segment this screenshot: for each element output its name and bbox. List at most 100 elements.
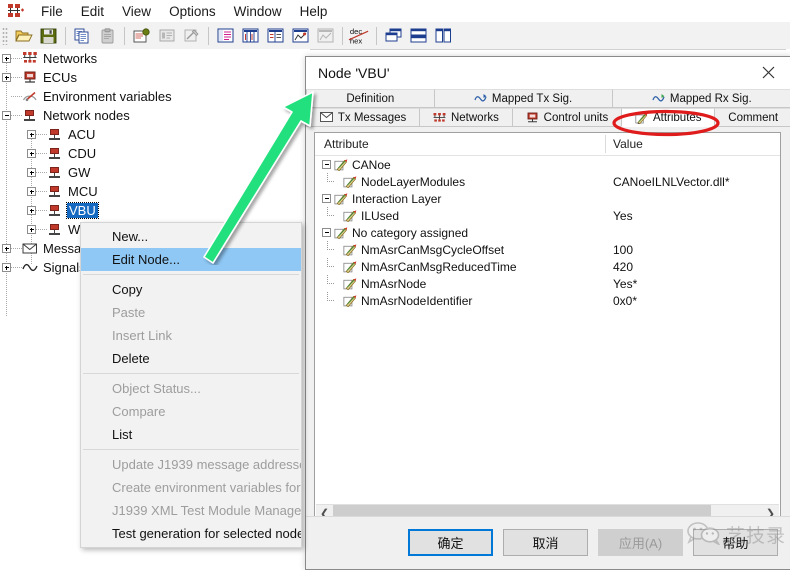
expander-icon[interactable] (2, 244, 11, 253)
tree-item-network-nodes[interactable]: Network nodes (0, 106, 310, 125)
tree-list-icon[interactable] (214, 25, 237, 47)
tree-item-environment-variables[interactable]: Environment variables (0, 87, 310, 106)
ok-button[interactable]: 确定 (408, 529, 493, 556)
context-menu-item-copy[interactable]: Copy (81, 278, 301, 301)
menubar-item-help[interactable]: Help (291, 2, 337, 21)
expander-icon[interactable] (27, 225, 36, 234)
open-folder-icon[interactable] (12, 25, 35, 47)
tab-networks[interactable]: Networks (419, 108, 513, 127)
expander-icon[interactable] (27, 149, 36, 158)
cascade-windows-icon[interactable] (382, 25, 405, 47)
tab-label: Mapped Tx Sig. (491, 92, 573, 105)
tree-connector (36, 191, 47, 192)
menubar-item-file[interactable]: File (32, 2, 72, 21)
tile-horizontal-icon[interactable] (407, 25, 430, 47)
save-disk-icon[interactable] (37, 25, 60, 47)
context-menu-item-list[interactable]: List (81, 423, 301, 446)
tree-item-networks[interactable]: Networks (0, 49, 310, 68)
node-icon (22, 108, 38, 123)
menubar-item-options[interactable]: Options (160, 2, 225, 21)
menu-bar: File Edit View Options Window Help (0, 0, 790, 23)
menubar-item-view[interactable]: View (113, 2, 160, 21)
attribute-value: 420 (613, 259, 634, 274)
tree-item-label: ACU (68, 127, 96, 142)
close-icon[interactable] (746, 57, 790, 88)
help-button[interactable]: 帮助 (693, 529, 778, 556)
attribute-name-cell: NmAsrCanMsgCycleOffset (315, 241, 605, 258)
tab-label: Tx Messages (337, 111, 407, 124)
tab-label: Definition (346, 92, 395, 105)
expander-icon[interactable] (2, 73, 11, 82)
tree-item-ecus[interactable]: ECUs (0, 68, 310, 87)
attribute-row-nmasrnodeidentifier[interactable]: NmAsrNodeIdentifier 0x0* (315, 292, 780, 309)
tab-control-units[interactable]: Control units (511, 108, 623, 127)
attribute-row-nodelayermodules[interactable]: NodeLayerModules CANoeILNLVector.dll* (315, 173, 780, 190)
toolbar: dec hex (0, 22, 790, 50)
tab-mapped-tx-sig[interactable]: Mapped Tx Sig. (433, 89, 613, 108)
menubar-item-window[interactable]: Window (225, 2, 291, 21)
tab-definition[interactable]: Definition (306, 89, 435, 108)
tree-item-mcu[interactable]: MCU (0, 182, 310, 201)
expander-icon[interactable] (2, 111, 11, 120)
context-menu-item-edit-node[interactable]: Edit Node... (81, 248, 301, 271)
tab-mapped-rx-sig[interactable]: Mapped Rx Sig. (611, 89, 790, 108)
tab-tx-messages[interactable]: Tx Messages (306, 108, 421, 127)
cancel-button[interactable]: 取消 (503, 529, 588, 556)
edit-note-icon[interactable] (130, 25, 153, 47)
detail-table-icon[interactable] (264, 25, 287, 47)
context-menu-item-test-generation[interactable]: Test generation for selected node (81, 522, 301, 545)
tab-label: Comment (728, 111, 779, 124)
tree-item-gw[interactable]: GW (0, 163, 310, 182)
expander-icon[interactable] (322, 160, 331, 169)
context-menu-item-delete[interactable]: Delete (81, 347, 301, 370)
tab-comment[interactable]: Comment (714, 108, 790, 127)
tree-item-vbu[interactable]: VBU (0, 201, 310, 220)
column-header-attribute[interactable]: Attribute (315, 137, 605, 151)
paste-icon[interactable] (96, 25, 119, 47)
columns-table-icon[interactable] (239, 25, 262, 47)
attribute-value: 0x0* (613, 293, 638, 308)
expander-icon[interactable] (2, 263, 11, 272)
pen-edit-icon (343, 277, 357, 291)
dialog-title-bar[interactable]: Node 'VBU' (306, 57, 790, 89)
attribute-row-nmasrcanmsgreducedtime[interactable]: NmAsrCanMsgReducedTime 420 (315, 258, 780, 275)
expander-icon[interactable] (27, 168, 36, 177)
expander-icon[interactable] (27, 206, 36, 215)
tile-vertical-icon[interactable] (432, 25, 455, 47)
context-menu-item-paste: Paste (112, 305, 146, 320)
expander-icon[interactable] (27, 187, 36, 196)
column-splitter[interactable] (605, 135, 606, 153)
attribute-row-ilused[interactable]: ILUsed Yes (315, 207, 780, 224)
attribute-name: ILUsed (361, 208, 400, 223)
tree-connector (36, 172, 47, 173)
tree-item-acu[interactable]: ACU (0, 125, 310, 144)
tree-connector (36, 210, 47, 211)
toolbar-grip[interactable] (2, 26, 8, 45)
context-menu-item-new[interactable]: New... (81, 225, 301, 248)
expander-icon[interactable] (322, 228, 331, 237)
attribute-row-no-category-assigned[interactable]: No category assigned (315, 224, 780, 241)
dec-hex-toggle-icon[interactable]: dec hex (348, 25, 371, 47)
toolbar-separator (208, 26, 209, 45)
rx-signal-icon (652, 93, 665, 105)
tree-connector (322, 275, 340, 292)
copy-icon[interactable] (71, 25, 94, 47)
expander-icon[interactable] (322, 194, 331, 203)
node-icon (47, 203, 63, 218)
attribute-row-interaction-layer[interactable]: Interaction Layer (315, 190, 780, 207)
chart-icon[interactable] (289, 25, 312, 47)
node-icon (47, 222, 63, 237)
attribute-row-nmasrnode[interactable]: NmAsrNode Yes* (315, 275, 780, 292)
expander-icon[interactable] (27, 130, 36, 139)
column-header-value[interactable]: Value (605, 137, 780, 151)
attribute-row-canoe[interactable]: CANoe (315, 156, 780, 173)
context-menu-item-j1939-xml-test-manager: J1939 XML Test Module Manager... (112, 503, 301, 518)
properties-icon[interactable] (155, 25, 178, 47)
attribute-row-nmasrcanmsgcycleoffset[interactable]: NmAsrCanMsgCycleOffset 100 (315, 241, 780, 258)
menubar-item-edit[interactable]: Edit (72, 2, 113, 21)
tab-attributes[interactable]: Attributes (621, 108, 716, 127)
wand-icon[interactable] (180, 25, 203, 47)
expander-icon[interactable] (2, 54, 11, 63)
tree-item-cdu[interactable]: CDU (0, 144, 310, 163)
tab-row-1: Definition Mapped Tx Sig. Mapped Rx Sig. (306, 89, 790, 108)
